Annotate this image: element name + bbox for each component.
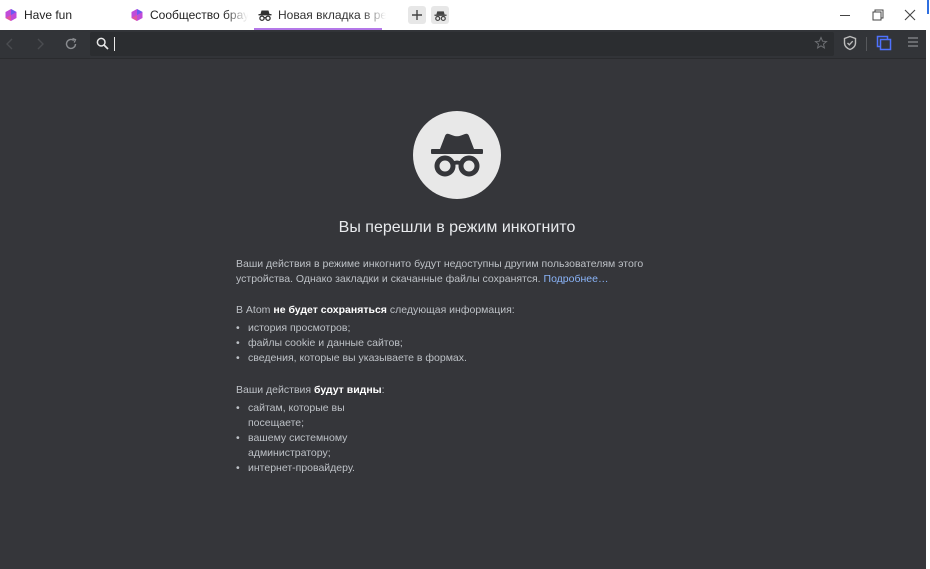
atom-logo-icon [5,9,17,21]
text-caret [114,37,115,51]
not-saved-heading: В Atom не будет сохраняться следующая ин… [236,303,676,318]
bookmark-star-icon[interactable] [814,36,828,50]
reload-button[interactable] [61,34,81,54]
tab-label: Have fun [24,8,73,22]
tab-new-incognito[interactable]: Новая вкладка в режи [254,0,386,30]
restore-icon [872,9,884,21]
address-bar[interactable] [90,32,834,56]
incognito-icon [258,10,272,21]
learn-more-link[interactable]: Подробнее… [544,273,609,285]
visible-bold: будут видны [314,384,382,396]
not-saved-prefix: В Atom [236,304,271,316]
not-saved-list: история просмотров; файлы cookie и данны… [236,321,496,366]
menu-icon[interactable] [907,36,919,48]
new-incognito-tab-button[interactable] [431,6,449,24]
tab-title-fade [362,0,386,30]
incognito-intro: Ваши действия в режиме инкогнито будут н… [236,257,676,287]
toolbar-separator [866,37,867,51]
incognito-page: Вы перешли в режим инкогнито Ваши действ… [0,59,926,569]
reload-icon [65,37,77,50]
list-item: сведения, которые вы указываете в формах… [236,351,496,366]
visible-heading: Ваши действия будут видны: [236,383,676,398]
list-item: интернет-провайдеру. [236,461,386,476]
arrow-right-icon [37,38,44,50]
forward-button[interactable] [30,34,50,54]
tab-title-fade [224,0,248,30]
window-edge [926,0,930,569]
close-icon [904,9,916,21]
search-icon [96,37,109,50]
address-input[interactable] [116,34,806,54]
close-window-button[interactable] [895,0,925,30]
minimize-button[interactable] [830,0,860,30]
visible-list: сайтам, которые вы посещаете; вашему сис… [236,401,386,476]
not-saved-suffix: следующая информация: [389,304,515,316]
page-title: Вы перешли в режим инкогнито [338,219,576,236]
list-item: файлы cookie и данные сайтов; [236,336,496,351]
atom-logo-icon [131,9,143,21]
incognito-icon [433,10,447,21]
list-item: вашему системному администратору; [236,431,386,461]
tab-have-fun[interactable]: Have fun [0,0,122,30]
extension-panels-icon[interactable] [876,35,892,51]
plus-icon [412,10,422,20]
list-item: история просмотров; [236,321,496,336]
browser-toolbar [0,30,926,59]
visible-prefix: Ваши действия [236,384,312,396]
tab-browser-community[interactable]: Сообщество браузера [128,0,248,30]
new-tab-button[interactable] [408,6,426,24]
back-button[interactable] [0,34,20,54]
list-item: сайтам, которые вы посещаете; [236,401,386,431]
minimize-icon [840,15,850,16]
restore-button[interactable] [863,0,893,30]
incognito-hero [413,111,501,199]
tab-strip: Have fun Сообщество браузера Новая вклад… [0,0,930,30]
visible-suffix: : [381,384,385,396]
shield-icon[interactable] [842,35,858,51]
arrow-left-icon [6,38,13,50]
not-saved-bold: не будет сохраняться [273,304,387,316]
incognito-icon [431,133,483,177]
